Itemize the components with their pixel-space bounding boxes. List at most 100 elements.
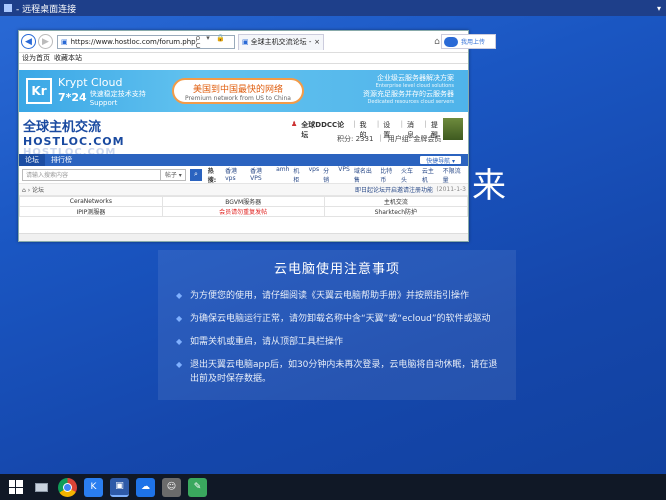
windows-start-icon[interactable]	[6, 478, 25, 497]
site-nav: 论坛 排行榜 快捷导航 ▾	[19, 154, 468, 166]
banner-right-line: 企业级云服务器解决方案	[377, 74, 454, 82]
close-icon[interactable]: ×	[314, 38, 320, 46]
link-cell[interactable]: 主机交流	[323, 196, 468, 207]
upload-label: 我用上传	[461, 39, 486, 46]
notice-title: 云电脑使用注意事项	[273, 262, 400, 277]
search-row: 请输入搜索内容 帖子 ▾ ⌕ 热搜: 香港vps 香港VPS amh 机柜 vp…	[19, 166, 468, 184]
search-type-select[interactable]: 帖子 ▾	[161, 168, 187, 181]
quick-nav-button[interactable]: 快捷导航 ▾	[419, 155, 462, 165]
taskbar: K ▣ ☁ ☺ ✎	[0, 474, 666, 500]
address-bar[interactable]: ▣ https://www.hostloc.com/forum.php ρ ▾ …	[57, 34, 235, 50]
pill-sub: Premium network from US to China	[185, 95, 291, 102]
announcement-date: (2011-1-3	[436, 186, 466, 193]
banner-right-line: 资源充足服务并存的云服务器	[363, 90, 454, 98]
remote-desktop-titlebar[interactable]: - 远程桌面连接 ▾	[0, 0, 666, 16]
link-cell[interactable]: BGVM服务器	[161, 196, 325, 207]
link-cell[interactable]: IPIP测服器	[19, 206, 163, 217]
favorites-bar: 设为首页 收藏本站	[19, 53, 468, 64]
hot-search-item[interactable]: 机柜	[293, 166, 304, 184]
krypt-icon[interactable]: K	[84, 477, 103, 497]
chrome-icon[interactable]	[58, 477, 77, 497]
hot-search-list: 热搜: 香港vps 香港VPS amh 机柜 vps 分销 VPS 域名出售 比…	[208, 166, 465, 184]
favorite-link[interactable]: 收藏本站	[54, 53, 82, 63]
cloud-icon	[444, 36, 458, 47]
avatar[interactable]	[443, 118, 463, 140]
hot-search-item[interactable]: 火车头	[401, 166, 418, 184]
hot-search-item[interactable]: 香港vps	[225, 166, 246, 184]
diamond-icon: ◆	[176, 314, 183, 323]
tab-title: 全球主机交流论坛 - Power...	[250, 38, 315, 46]
nav-ranking[interactable]: 排行榜	[45, 154, 78, 166]
breadcrumb: ⌂ › 论坛 即日起论坛开启邀请注册功能 (2011-1-3	[19, 184, 468, 196]
address-tools[interactable]: ρ ▾ 🔒 C	[196, 34, 231, 50]
hostloc-logo[interactable]: 全球主机交流 HOSTLOC.COM HOSTLOC.COM	[23, 116, 125, 158]
hot-search-label: 热搜:	[207, 167, 217, 184]
horizontal-scrollbar[interactable]	[19, 233, 468, 241]
chevron-down-icon[interactable]: ▾	[652, 4, 666, 13]
banner-sub-big: 7*24	[58, 91, 87, 104]
notes-icon[interactable]: ✎	[188, 477, 207, 497]
hot-search-item[interactable]: 域名出售	[354, 166, 376, 184]
diamond-icon: ◆	[176, 337, 183, 346]
table-row: CeraNetworks BGVM服务器 主机交流	[19, 196, 468, 207]
banner-right-line-en: Enterprise level cloud solutions	[375, 83, 454, 89]
remote-desktop-icon	[4, 4, 12, 12]
link-cell[interactable]: CeraNetworks	[19, 196, 163, 207]
hot-search-item[interactable]: amh	[276, 166, 289, 184]
back-icon[interactable]: ◀	[21, 34, 36, 49]
hot-search-item[interactable]: VPS	[338, 166, 350, 184]
user-score[interactable]: 积分: 2331	[337, 134, 373, 144]
hot-search-item[interactable]: 不限流量	[443, 166, 465, 184]
people-icon[interactable]: ☺	[162, 477, 181, 497]
forward-icon[interactable]: ▶	[38, 34, 53, 49]
list-item: ◆ 如需关机或重启，请从顶部工具栏操作	[176, 337, 344, 347]
hot-search-item[interactable]: 香港VPS	[250, 166, 272, 184]
diamond-icon: ◆	[176, 291, 183, 300]
hot-search-item[interactable]: vps	[309, 166, 320, 184]
friend-links-table: CeraNetworks BGVM服务器 主机交流 IPIP测服器 会员请勿重复…	[19, 196, 468, 217]
site-favicon-icon: ▣	[61, 37, 68, 46]
list-item: ◆ 为方便您的使用，请仔细阅读《天翼云电脑帮助手册》并按照指引操作	[176, 291, 470, 301]
search-input[interactable]: 请输入搜索内容	[22, 168, 162, 181]
search-icon[interactable]: ⌕	[190, 168, 202, 181]
banner-right-line-en: Dedicated resources cloud servers	[367, 99, 454, 105]
banner-sub-small-en: Support	[89, 98, 118, 107]
tab-favicon-icon: ▣	[242, 38, 249, 46]
announcement-link[interactable]: 即日起论坛开启邀请注册功能	[355, 185, 433, 194]
link-cell[interactable]: Sharktech防护	[323, 206, 468, 217]
list-item: ◆ 退出天翼云电脑app后，如30分钟内未再次登录，云电脑将自动休眠，请在退出前及…	[176, 360, 498, 384]
nav-forum[interactable]: 论坛	[19, 154, 45, 166]
table-row: IPIP测服器 会员请勿重复发帖 Sharktech防护	[19, 206, 468, 217]
window-title: - 远程桌面连接	[16, 4, 77, 15]
site-header: 全球主机交流 HOSTLOC.COM HOSTLOC.COM ♟ 全球DDCC论…	[19, 112, 468, 158]
banner-brand: Krypt Cloud	[58, 75, 123, 89]
user-group[interactable]: 用户组: 金牌会员	[388, 134, 442, 144]
url-text: https://www.hostloc.com/forum.php	[70, 37, 196, 46]
ad-banner[interactable]: Kr Krypt Cloud 7*24 快速稳定技术支持 Support 美国到…	[19, 70, 468, 112]
home-icon[interactable]: ⌂	[434, 37, 440, 47]
browser-window: ◀ ▶ ▣ https://www.hostloc.com/forum.php …	[18, 30, 469, 242]
favorite-link[interactable]: 设为首页	[22, 53, 50, 63]
usage-notice-panel: 云电脑使用注意事项 ◆ 为方便您的使用，请仔细阅读《天翼云电脑帮助手册》并按照指引…	[158, 250, 516, 400]
pill-main: 美国到中国最快的网络	[192, 85, 283, 95]
banner-sub-small: 快速稳定技术支持	[89, 89, 146, 98]
remote-desktop-icon[interactable]: ▣	[110, 477, 129, 497]
krypt-logo: Kr	[26, 78, 52, 104]
desktop-glyph: 来	[472, 166, 506, 206]
logo-cn: 全球主机交流	[23, 120, 102, 135]
drive-icon[interactable]	[32, 478, 51, 497]
hot-search-item[interactable]: 云主机	[422, 166, 439, 184]
hot-search-item[interactable]: 比特币	[380, 166, 397, 184]
browser-toolbar: ◀ ▶ ▣ https://www.hostloc.com/forum.php …	[19, 31, 468, 53]
banner-pill: 美国到中国最快的网络 Premium network from US to Ch…	[172, 78, 304, 104]
notice-list: ◆ 为方便您的使用，请仔细阅读《天翼云电脑帮助手册》并按照指引操作 ◆ 为确保云电脑…	[158, 289, 516, 386]
link-cell[interactable]: 会员请勿重复发帖	[161, 206, 325, 217]
breadcrumb-path[interactable]: ⌂ › 论坛	[22, 185, 44, 194]
tab-hostloc[interactable]: ▣ 全球主机交流论坛 - Power... ×	[238, 33, 324, 50]
hot-search-item[interactable]: 分销	[323, 166, 334, 184]
upload-float-button[interactable]: 我用上传	[441, 34, 496, 49]
list-item: ◆ 为确保云电脑运行正常，请勿卸载名称中含“天翼”或“ecloud”的软件或驱动	[176, 314, 491, 324]
diamond-icon: ◆	[176, 360, 183, 369]
remote-desktop-background: - 远程桌面连接 ▾ 来 ◀ ▶ ▣ https://www.hostloc.c…	[0, 0, 666, 474]
ecloud-icon[interactable]: ☁	[136, 477, 155, 497]
